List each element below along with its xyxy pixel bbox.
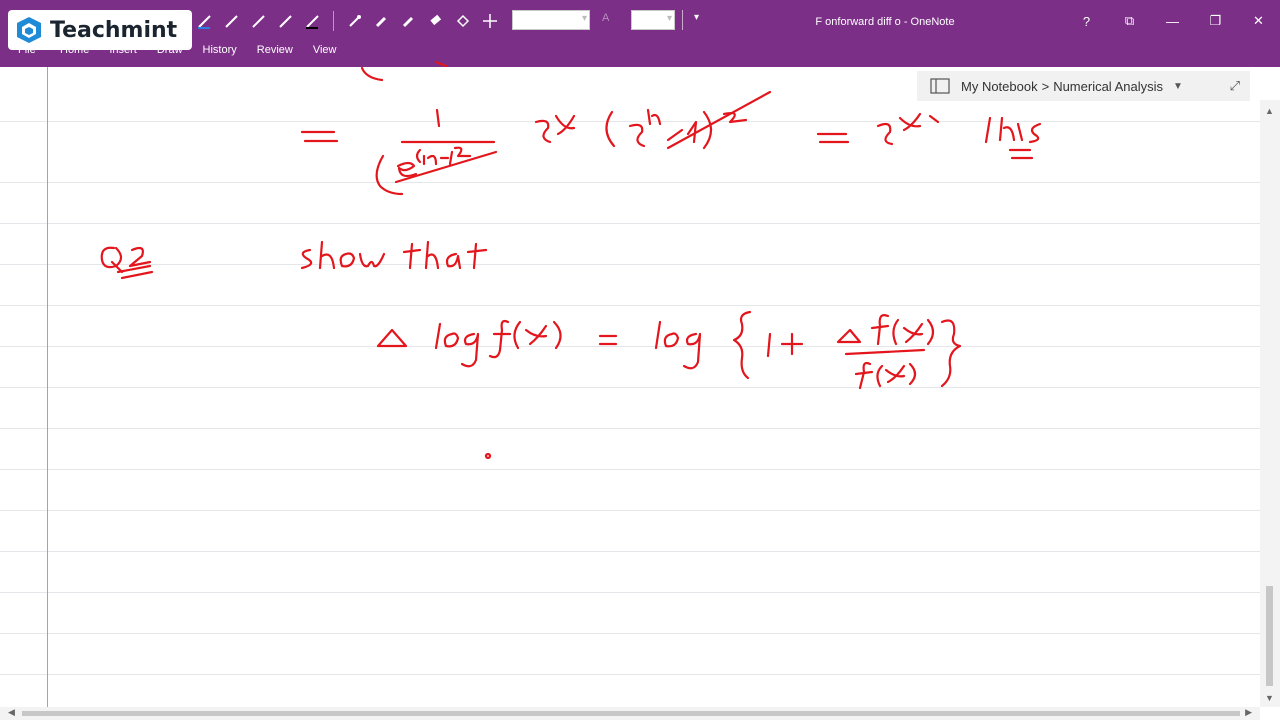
- ruled-line: [0, 264, 1260, 265]
- toolbar-separator: [333, 11, 334, 31]
- lasso-pen-icon[interactable]: [344, 10, 365, 32]
- pen-white-icon[interactable]: [221, 10, 242, 32]
- scroll-down-icon[interactable]: ▼: [1265, 693, 1274, 703]
- ruled-line: [0, 346, 1260, 347]
- ruled-line: [0, 305, 1260, 306]
- font-size-hint: A: [602, 12, 610, 24]
- scroll-up-icon[interactable]: ▲: [1265, 106, 1274, 116]
- scroll-right-icon[interactable]: ▶: [1245, 707, 1252, 718]
- expand-icon[interactable]: ⤢: [1230, 78, 1240, 94]
- move-icon[interactable]: [479, 10, 500, 32]
- ruled-line: [0, 592, 1260, 593]
- breadcrumb-separator: >: [1041, 78, 1050, 94]
- teachmint-cube-icon: [17, 17, 41, 43]
- scroll-thumb[interactable]: [22, 711, 1240, 716]
- ruled-line: [0, 674, 1260, 675]
- chevron-down-icon[interactable]: ▼: [1173, 81, 1183, 92]
- tab-view[interactable]: View: [303, 42, 347, 58]
- ribbon-tabs: File Home Insert Draw History Review Vie…: [18, 42, 347, 58]
- minimize-icon[interactable]: —: [1151, 8, 1194, 34]
- ruled-line: [0, 510, 1260, 511]
- pen-white-3-icon[interactable]: [275, 10, 296, 32]
- toolbar-separator: [682, 10, 683, 30]
- ruled-line: [0, 633, 1260, 634]
- ruled-line: [0, 182, 1260, 183]
- chevron-down-icon: ▾: [581, 13, 587, 24]
- ruled-line: [0, 428, 1260, 429]
- ruled-line: [0, 387, 1260, 388]
- chevron-down-icon: ▾: [666, 13, 672, 24]
- vertical-scrollbar[interactable]: ▲ ▼: [1260, 100, 1280, 707]
- notebook-icon: [930, 78, 950, 94]
- margin-line: [47, 67, 48, 707]
- pen-white-2-icon[interactable]: [248, 10, 269, 32]
- restore-icon[interactable]: ❐: [1194, 8, 1237, 34]
- quick-access-more-icon[interactable]: ▾: [694, 12, 699, 23]
- scroll-thumb[interactable]: [1266, 586, 1273, 686]
- lasso-select-icon[interactable]: [452, 10, 473, 32]
- fullscreen-icon[interactable]: ⧉: [1108, 8, 1151, 34]
- highlighter-icon[interactable]: [371, 10, 392, 32]
- tab-review[interactable]: Review: [247, 42, 303, 58]
- note-page[interactable]: [0, 67, 1260, 707]
- ruled-line: [0, 121, 1260, 122]
- notebook-name[interactable]: My Notebook: [961, 79, 1038, 94]
- window-controls: ? ⧉ — ❐ ✕: [1065, 8, 1280, 34]
- tab-insert[interactable]: Insert: [99, 42, 147, 58]
- tab-draw[interactable]: Draw: [147, 42, 193, 58]
- ruled-line: [0, 551, 1260, 552]
- pen-toolbar: [194, 8, 500, 34]
- pen-blue-icon[interactable]: [194, 10, 215, 32]
- section-name[interactable]: Numerical Analysis: [1053, 79, 1163, 94]
- scroll-left-icon[interactable]: ◀: [8, 707, 15, 718]
- tab-history[interactable]: History: [193, 42, 247, 58]
- marker-icon[interactable]: [398, 10, 419, 32]
- eraser-icon[interactable]: [425, 10, 446, 32]
- ruled-line: [0, 223, 1260, 224]
- font-name-box[interactable]: ▾: [512, 10, 590, 30]
- tab-file[interactable]: File: [18, 42, 50, 58]
- notebook-breadcrumb[interactable]: My Notebook > Numerical Analysis ▼ ⤢: [917, 71, 1250, 101]
- horizontal-scrollbar[interactable]: ◀ ▶: [0, 707, 1260, 720]
- help-icon[interactable]: ?: [1065, 8, 1108, 34]
- title-bar: Teachmint ▾ A ▾ ▾ F onforward diff o - O…: [0, 0, 1280, 67]
- tab-home[interactable]: Home: [50, 42, 99, 58]
- window-title: F onforward diff o - OneNote: [815, 16, 955, 28]
- pen-black-icon[interactable]: [302, 10, 323, 32]
- close-icon[interactable]: ✕: [1237, 8, 1280, 34]
- font-size-box[interactable]: ▾: [631, 10, 675, 30]
- brand-name: Teachmint: [50, 17, 178, 43]
- ruled-line: [0, 469, 1260, 470]
